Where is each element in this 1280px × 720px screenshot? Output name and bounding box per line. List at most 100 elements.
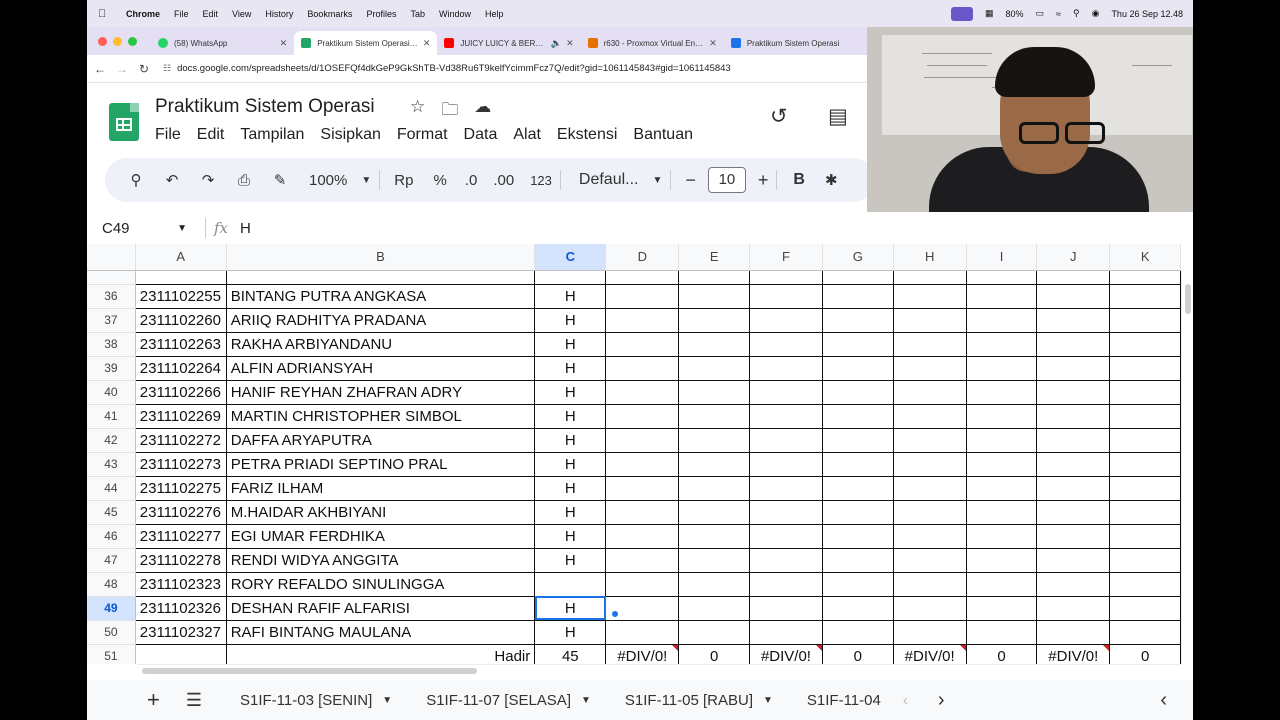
attendance-cell[interactable] — [534, 572, 607, 597]
menubar-item-file[interactable]: File — [174, 9, 189, 19]
sheet-tab-s1if-11-04[interactable]: S1IF-11-04 — [807, 692, 889, 709]
close-tab-icon[interactable]: ✕ — [423, 38, 431, 49]
grid-cell[interactable] — [1109, 270, 1181, 285]
attendance-cell[interactable]: H — [534, 380, 607, 405]
grid-cell[interactable] — [822, 308, 894, 333]
grid-cell[interactable] — [893, 596, 967, 621]
student-name-cell[interactable]: RAFI BINTANG MAULANA — [226, 620, 536, 645]
wifi-icon[interactable]: ≈ — [1056, 9, 1061, 19]
grid-cell[interactable] — [749, 308, 824, 333]
grid-cell[interactable] — [1109, 500, 1181, 525]
grid-cell[interactable] — [749, 500, 824, 525]
grid-cell[interactable] — [605, 308, 680, 333]
student-name-cell[interactable]: ALFIN ADRIANSYAH — [226, 356, 536, 381]
row-header[interactable]: 49 — [87, 596, 136, 621]
grid-cell[interactable] — [966, 308, 1038, 333]
student-id-cell[interactable]: 2311102327 — [134, 620, 227, 645]
grid-cell[interactable] — [1036, 356, 1111, 381]
font-size-input[interactable]: 10 — [707, 167, 746, 193]
student-name-cell[interactable]: ARIIQ RADHITYA PRADANA — [226, 308, 536, 333]
menu-insert[interactable]: Sisipkan — [320, 126, 380, 144]
attendance-cell[interactable]: H — [534, 356, 607, 381]
address-bar[interactable]: ☷ docs.google.com/spreadsheets/d/1OSEFQf… — [163, 63, 731, 74]
grid-cell[interactable] — [966, 620, 1038, 645]
menu-edit[interactable]: Edit — [197, 126, 225, 144]
grid-cell[interactable] — [966, 404, 1038, 429]
menubar-clock[interactable]: Thu 26 Sep 12.48 — [1111, 9, 1183, 19]
summary-cell-g[interactable]: 0 — [822, 644, 894, 664]
grid-cell[interactable] — [966, 500, 1038, 525]
summary-cell-e[interactable]: 0 — [678, 644, 750, 664]
grid-cell[interactable] — [822, 452, 894, 477]
grid-cell[interactable] — [893, 476, 967, 501]
grid-cell[interactable] — [822, 572, 894, 597]
grid-cell[interactable] — [893, 428, 967, 453]
grid-cell[interactable] — [966, 270, 1038, 285]
fill-handle[interactable] — [611, 610, 619, 618]
grid-cell[interactable] — [822, 356, 894, 381]
attendance-cell[interactable]: H — [534, 524, 607, 549]
grid-cell[interactable] — [678, 452, 750, 477]
spreadsheet-grid[interactable]: A B C D E F G H I J K 36 2311102255 BINT… — [87, 244, 1181, 664]
grid-cell[interactable] — [678, 548, 750, 573]
grid-cell[interactable] — [678, 380, 750, 405]
format-percent-button[interactable]: % — [433, 172, 446, 189]
sheet-tab-selasa[interactable]: S1IF-11-07 [SELASA] ▼ — [426, 692, 591, 709]
move-folder-icon[interactable]: 🗀 — [441, 97, 458, 126]
student-id-cell[interactable]: 2311102255 — [134, 284, 227, 309]
column-header-e[interactable]: E — [678, 244, 750, 271]
attendance-cell[interactable]: H — [534, 404, 607, 429]
grid-cell[interactable] — [822, 332, 894, 357]
more-formats-button[interactable]: 123 — [530, 173, 552, 188]
student-name-cell[interactable]: RORY REFALDO SINULINGGA — [226, 572, 536, 597]
horizontal-scroll-thumb[interactable] — [142, 668, 477, 674]
bold-button[interactable]: B — [793, 171, 805, 189]
grid-cell[interactable] — [893, 404, 967, 429]
horizontal-scrollbar[interactable] — [137, 664, 1181, 676]
row-header[interactable]: 39 — [87, 356, 136, 381]
student-id-cell[interactable]: 2311102260 — [134, 308, 227, 333]
student-name-cell[interactable]: EGI UMAR FERDHIKA — [226, 524, 536, 549]
grid-cell[interactable] — [1036, 284, 1111, 309]
menubar-item-edit[interactable]: Edit — [203, 9, 219, 19]
chevron-down-icon[interactable]: ▼ — [652, 175, 662, 186]
student-id-cell[interactable]: 2311102266 — [134, 380, 227, 405]
cloud-status-icon[interactable]: ☁ — [474, 97, 491, 126]
google-sheets-logo[interactable] — [109, 103, 139, 141]
spotlight-icon[interactable]: ⚲ — [1073, 8, 1080, 19]
add-sheet-icon[interactable]: + — [147, 687, 160, 713]
grid-cell[interactable] — [1109, 428, 1181, 453]
grid-cell[interactable] — [605, 572, 680, 597]
grid-cell[interactable] — [893, 572, 967, 597]
grid-cell[interactable] — [749, 284, 824, 309]
grid-cell[interactable] — [1109, 404, 1181, 429]
apple-icon[interactable]:  — [98, 8, 112, 20]
grid-cell[interactable] — [966, 284, 1038, 309]
forward-arrow-icon[interactable]: → — [111, 62, 133, 76]
row-header[interactable]: 38 — [87, 332, 136, 357]
grid-cell[interactable] — [893, 548, 967, 573]
grid-cell[interactable] — [605, 548, 680, 573]
italic-icon[interactable]: ✱ — [825, 171, 838, 189]
grid-cell[interactable] — [605, 380, 680, 405]
attendance-cell[interactable]: H — [534, 332, 607, 357]
browser-tab-sheets[interactable]: Praktikum Sistem Operasi - G ✕ — [294, 31, 438, 55]
grid-cell[interactable] — [822, 596, 894, 621]
grid-cell[interactable] — [1036, 428, 1111, 453]
summary-cell-f[interactable]: #DIV/0! — [749, 644, 824, 664]
menubar-item-tab[interactable]: Tab — [410, 9, 425, 19]
grid-cell[interactable] — [1109, 548, 1181, 573]
student-name-cell[interactable]: FARIZ ILHAM — [226, 476, 536, 501]
menu-tools[interactable]: Alat — [513, 126, 541, 144]
increase-decimal-button[interactable]: .00 — [493, 172, 514, 189]
grid-cell[interactable] — [1109, 284, 1181, 309]
grid-cell[interactable] — [605, 452, 680, 477]
column-header-a[interactable]: A — [135, 244, 227, 271]
menu-file[interactable]: File — [155, 126, 181, 144]
column-header-f[interactable]: F — [749, 244, 824, 271]
grid-cell[interactable] — [966, 476, 1038, 501]
summary-label[interactable]: Hadir — [226, 644, 536, 664]
grid-cell[interactable] — [1036, 596, 1111, 621]
reload-icon[interactable]: ↻ — [133, 62, 155, 76]
student-id-cell[interactable]: 2311102264 — [134, 356, 227, 381]
